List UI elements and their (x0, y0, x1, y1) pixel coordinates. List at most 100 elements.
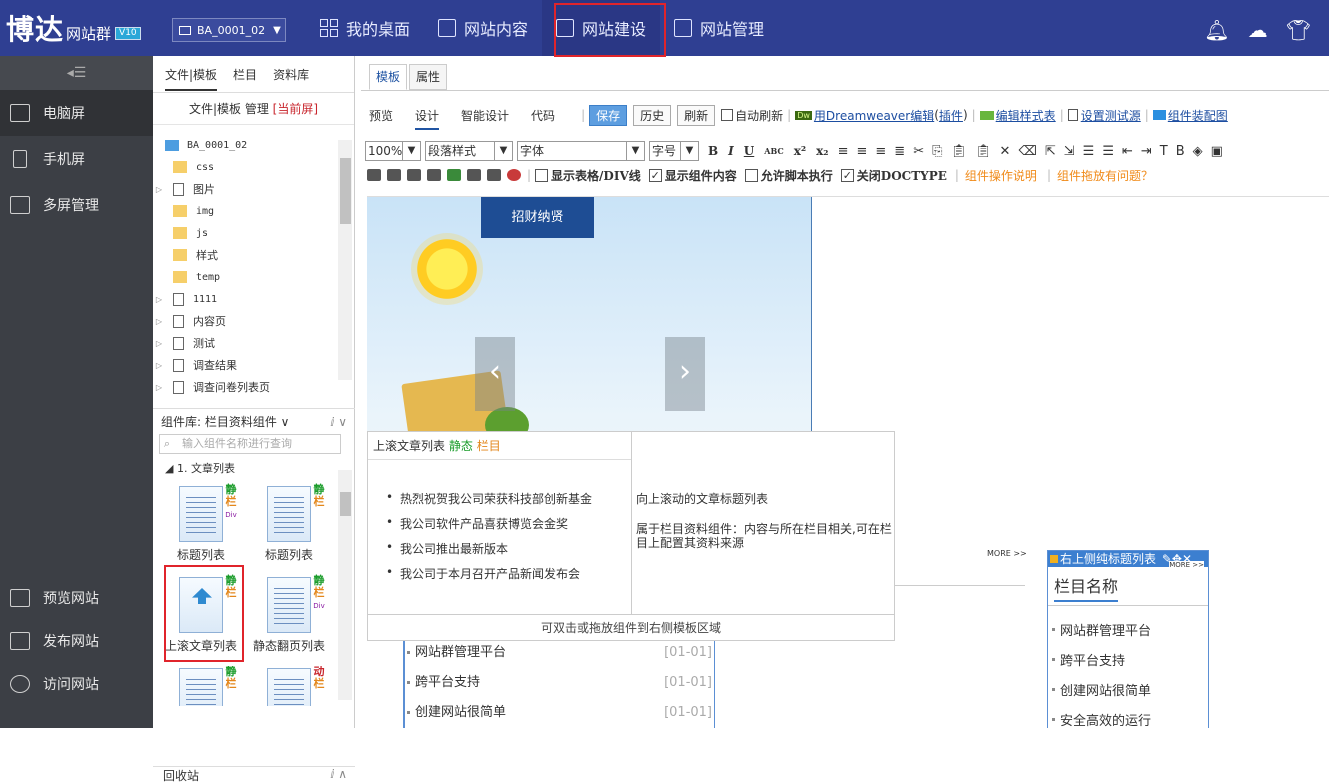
align-right-icon[interactable]: ≡ (875, 144, 886, 159)
component-title-list-2[interactable]: 静栏 标题列表 (251, 484, 327, 564)
recruit-button[interactable]: 招财纳贤 (481, 197, 594, 238)
history-button[interactable]: 历史 (633, 104, 672, 126)
component-item[interactable]: 动栏 (251, 666, 327, 706)
eraser-icon[interactable]: ⌫ (1018, 144, 1036, 159)
tree-item[interactable]: css (153, 156, 355, 178)
tab-properties[interactable]: 属性 (409, 64, 448, 90)
plugin-link[interactable]: 插件 (939, 107, 963, 124)
tree-item[interactable]: ▷ 内容页 (153, 310, 355, 332)
input-icon[interactable] (387, 169, 401, 181)
list-item[interactable]: 安全高效的运行 (1052, 710, 1208, 728)
component-lib-header[interactable]: 组件库: 栏目资料组件 ∨ ⅈ ∨ (153, 408, 355, 434)
image-icon[interactable]: ▣ (1211, 144, 1223, 159)
sidebar-item-visit[interactable]: 访问网站 (0, 662, 153, 705)
nav-my-desktop[interactable]: 我的桌面 (306, 0, 424, 56)
tree-item[interactable]: ▷ 1111 (153, 288, 355, 310)
subscript-icon[interactable]: x₂ (816, 144, 828, 158)
tab-preview[interactable]: 预览 (369, 107, 393, 124)
sidebar-item-publish[interactable]: 发布网站 (0, 619, 153, 662)
component-drag-problem-link[interactable]: 组件拖放有问题？ (1057, 167, 1153, 184)
site-selector[interactable]: BA_0001_02 ▼ (172, 18, 286, 42)
unlink-icon[interactable] (427, 169, 441, 181)
tab-library[interactable]: 资料库 (273, 66, 309, 83)
font-size-select[interactable]: 字号 ▼ (649, 141, 699, 161)
auto-refresh-checkbox[interactable] (721, 109, 734, 121)
component-search-input[interactable]: ⌕ 输入组件名称进行查询 (159, 434, 341, 454)
refresh-button[interactable]: 刷新 (677, 104, 716, 126)
globe-icon[interactable] (447, 169, 461, 181)
info-icon[interactable]: ⅈ ∨ (330, 409, 347, 435)
sidebar-item-desktop[interactable]: 电脑屏 (0, 90, 153, 136)
sidebar-item-multiscreen[interactable]: 多屏管理 (0, 182, 153, 228)
delete-icon[interactable]: ✕ (1000, 144, 1011, 159)
tab-code[interactable]: 代码 (531, 107, 555, 124)
dreamweaver-link[interactable]: 用Dreamweaver编辑 (814, 107, 934, 124)
chevron-right-icon[interactable]: › (665, 337, 705, 411)
unordered-list-icon[interactable]: ☰ (1102, 144, 1114, 159)
cloud-icon[interactable]: ☁︎ (1248, 18, 1268, 42)
edit-style-link[interactable]: 编辑样式表 (996, 107, 1056, 124)
tree-item[interactable]: js (153, 222, 355, 244)
pointer-icon[interactable]: ⇱ (1045, 144, 1056, 159)
fill-icon[interactable]: ◈ (1193, 144, 1203, 159)
paragraph-select[interactable]: 段落样式 ▼ (425, 141, 513, 161)
tree-item[interactable]: ▷ 调查问卷列表页 (153, 376, 355, 398)
allow-script-checkbox[interactable] (744, 168, 758, 182)
list-item[interactable]: 跨平台支持 [01-01] (407, 671, 714, 701)
component-category[interactable]: ◢ 1. 文章列表 (165, 460, 235, 476)
tab-design[interactable]: 设计 (415, 107, 440, 130)
outdent-icon[interactable]: ⇤ (1122, 144, 1133, 159)
bug-icon[interactable] (507, 169, 521, 181)
text-color-icon[interactable]: T (1160, 144, 1168, 159)
widget-title-bar[interactable]: 右上侧纯标题列表 ✎✥✕ MORE >> (1048, 551, 1208, 569)
list-item[interactable]: 创建网站很简单 [01-01] (407, 701, 714, 728)
zoom-select[interactable]: 100% ▼ (365, 141, 421, 161)
show-table-checkbox[interactable] (535, 168, 549, 182)
tab-smart-design[interactable]: 智能设计 (461, 107, 509, 124)
sidebar-item-preview[interactable]: 预览网站 (0, 576, 153, 619)
component-layout-link[interactable]: 组件装配图 (1168, 107, 1228, 124)
select-icon[interactable]: ⇲ (1064, 144, 1075, 159)
component-title-list[interactable]: 静栏Div 标题列表 (163, 484, 239, 564)
list-item[interactable]: 创建网站很简单 (1052, 680, 1208, 710)
shirt-icon[interactable]: 👕︎ (1286, 18, 1311, 42)
close-doctype-checkbox[interactable] (840, 168, 854, 182)
component-scrollbar[interactable] (338, 470, 352, 700)
link-icon[interactable] (407, 169, 421, 181)
strikethrough-icon[interactable]: ABC (764, 146, 783, 156)
paste-text-icon[interactable]: 📋︎ (975, 144, 992, 159)
keyboard-icon[interactable] (367, 169, 381, 181)
list-item[interactable]: 网站群管理平台 [01-01] (407, 641, 714, 671)
nav-site-content[interactable]: 网站内容 (424, 0, 542, 56)
tree-scrollbar[interactable] (338, 140, 352, 380)
nav-site-manage[interactable]: 网站管理 (660, 0, 778, 56)
font-select[interactable]: 字体 ▼ (517, 141, 645, 161)
table-icon[interactable] (487, 169, 501, 181)
tree-item[interactable]: img (153, 200, 355, 222)
design-canvas[interactable]: 招财纳贤 ‹ › 上滚文章列表 静态 栏目 热烈祝贺我公司荣获科技部创新基金 我… (367, 196, 1329, 728)
tab-columns[interactable]: 栏目 (233, 66, 257, 83)
align-center-icon[interactable]: ≡ (856, 144, 867, 159)
widget-more-link[interactable]: MORE >> (1169, 561, 1204, 569)
component-help-link[interactable]: 组件操作说明 (965, 167, 1037, 184)
list-item[interactable]: 跨平台支持 (1052, 650, 1208, 680)
underline-icon[interactable]: U (744, 144, 754, 158)
recycle-bin[interactable]: 回收站 ⅈ ∧ (153, 766, 355, 784)
flash-icon[interactable] (467, 169, 481, 181)
chevron-up-icon[interactable]: ⅈ ∧ (330, 767, 347, 781)
tab-template[interactable]: 模板 (369, 64, 408, 90)
sidebar-item-mobile[interactable]: 手机屏 (0, 136, 153, 182)
indent-icon[interactable]: ⇥ (1141, 144, 1152, 159)
chevron-left-icon[interactable]: ‹ (475, 337, 515, 411)
tree-item[interactable]: ▷ 调查结果 (153, 354, 355, 376)
tree-item[interactable]: BA_0001_02 (153, 134, 355, 156)
tree-item[interactable]: temp (153, 266, 355, 288)
list-item[interactable]: 网站群管理平台 (1052, 620, 1208, 650)
right-title-list-widget[interactable]: 右上侧纯标题列表 ✎✥✕ MORE >> 栏目名称 网站群管理平台 跨平台支持 … (1047, 550, 1209, 728)
bell-icon[interactable]: 🔔︎ (1204, 18, 1229, 42)
bg-color-icon[interactable]: B (1176, 144, 1185, 159)
collapse-icon[interactable]: ◂☰ (0, 56, 153, 90)
tree-item[interactable]: 样式 (153, 244, 355, 266)
justify-icon[interactable]: ≣ (894, 144, 905, 159)
ordered-list-icon[interactable]: ☰ (1083, 144, 1095, 159)
